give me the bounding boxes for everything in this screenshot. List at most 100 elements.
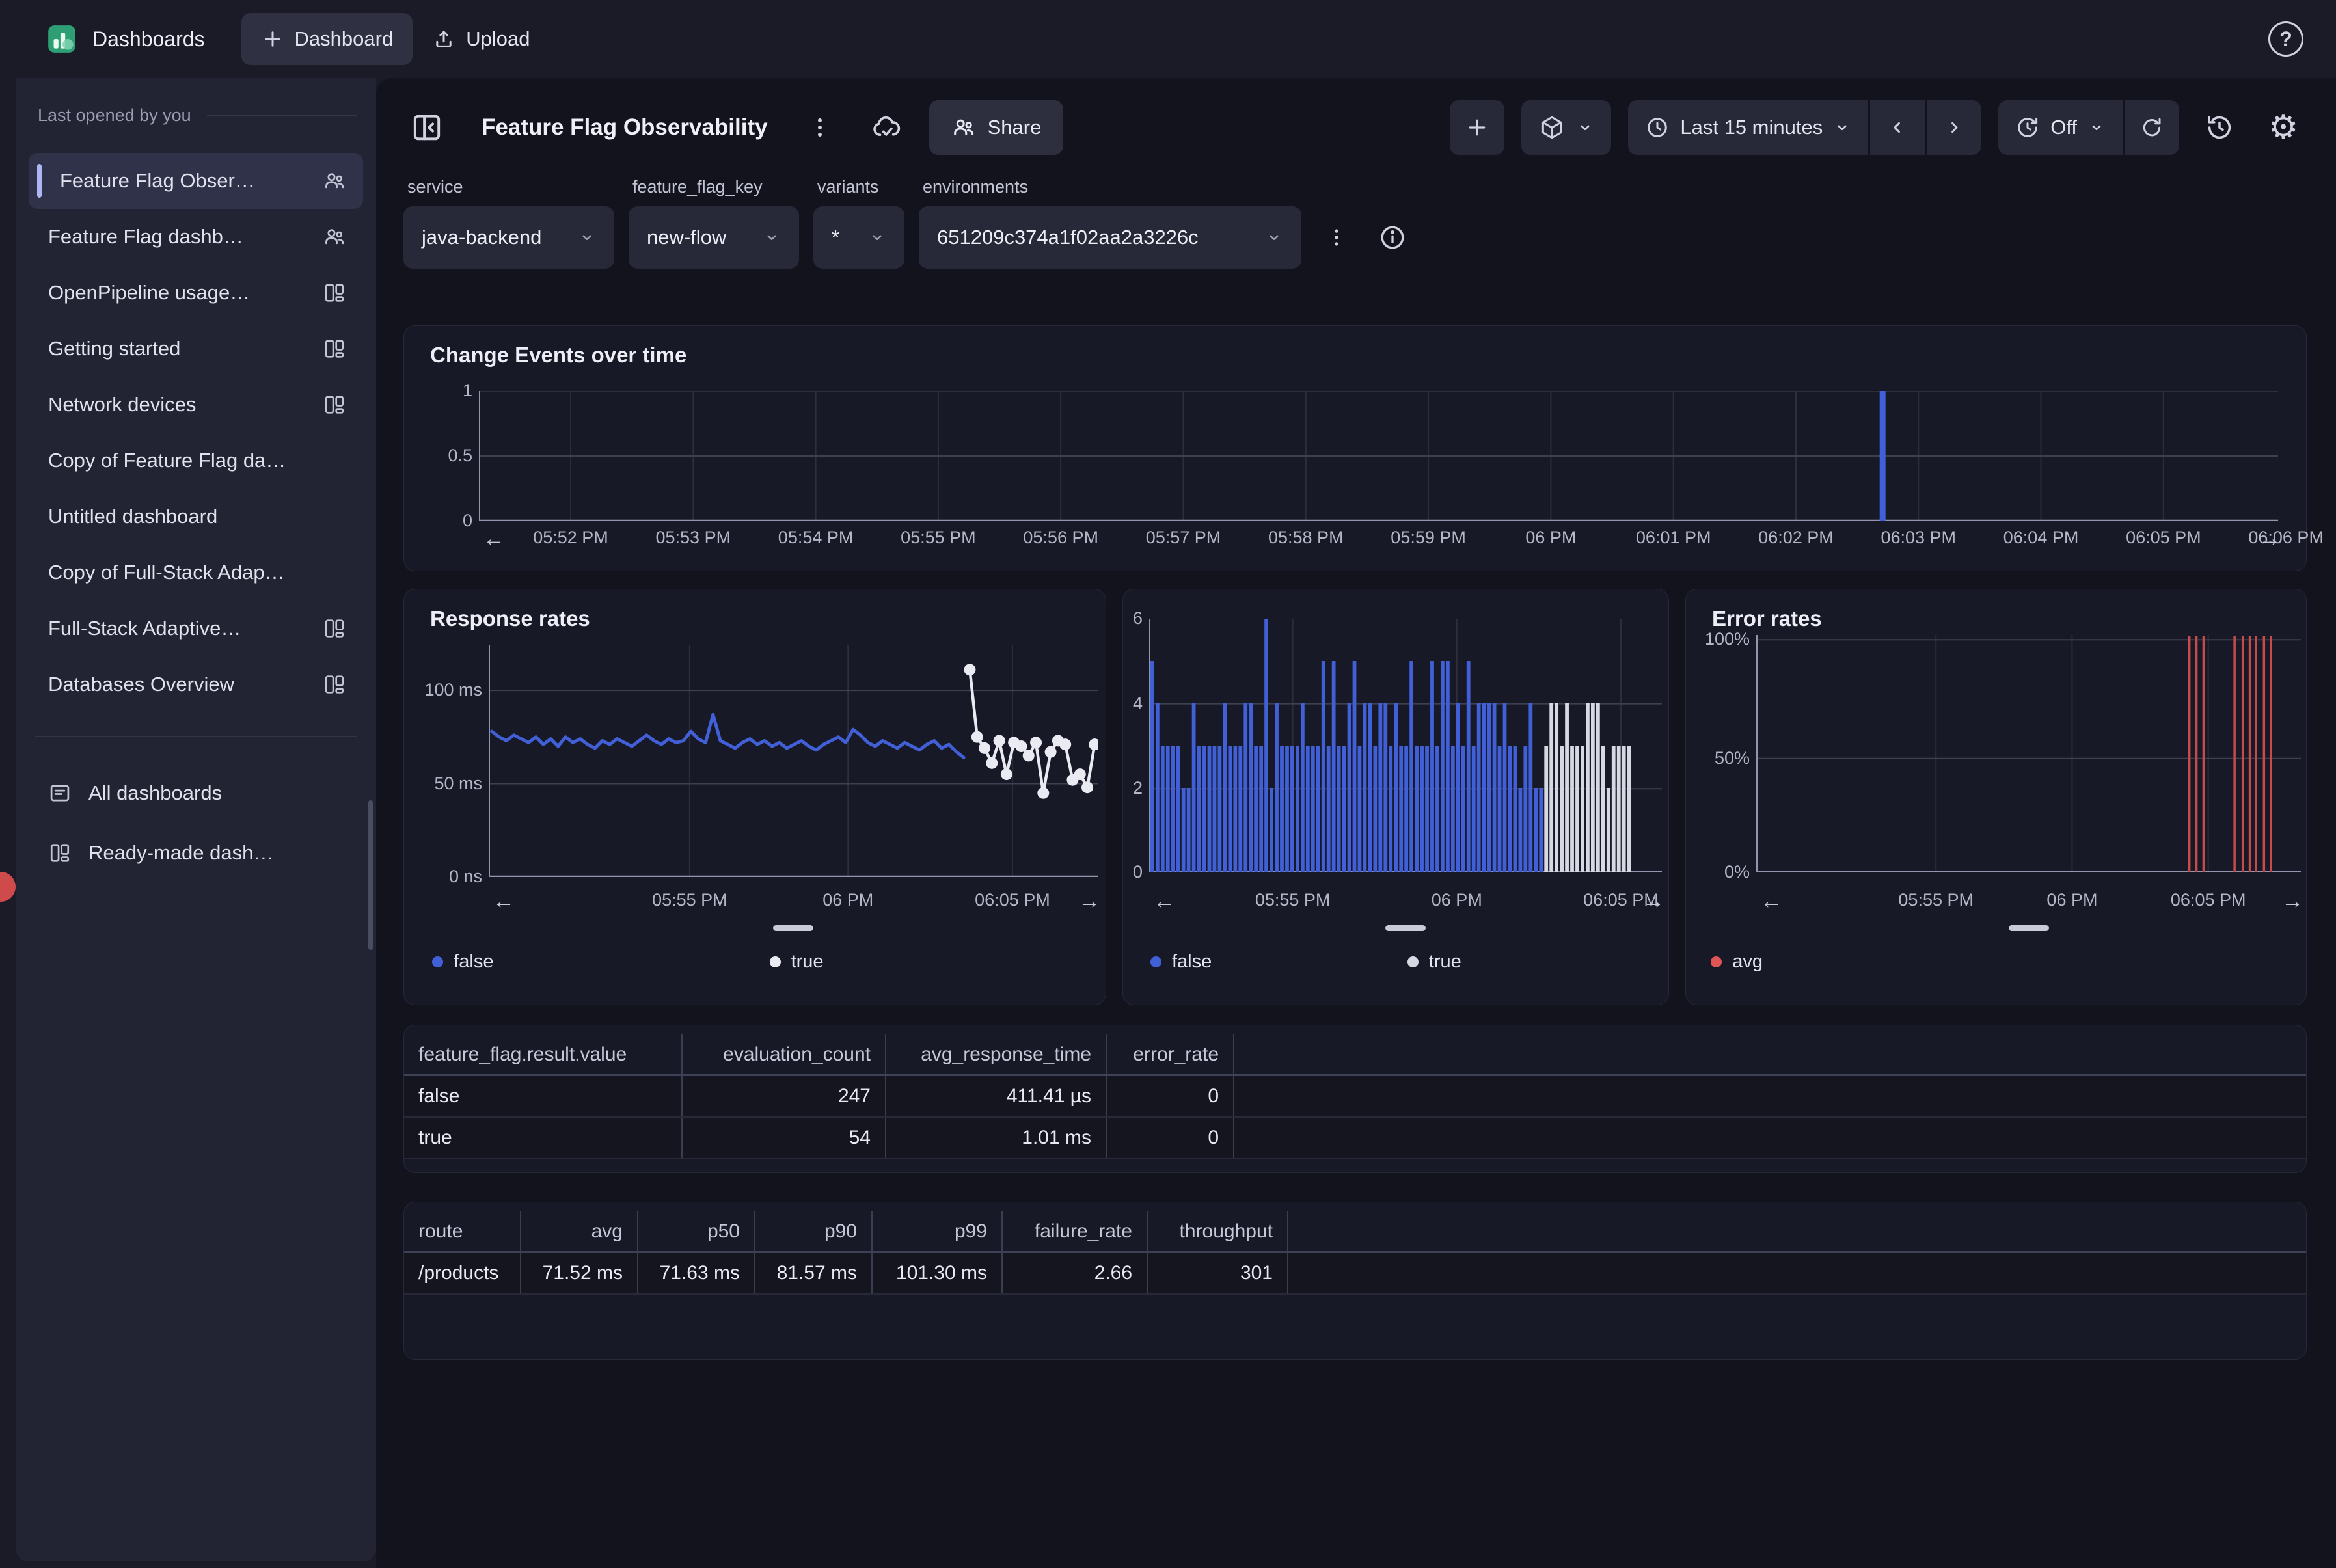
sidebar-item[interactable]: Getting started	[29, 321, 363, 377]
scroll-right-arrow[interactable]: →	[1078, 889, 1100, 914]
x-axis-label: 05:52 PM	[533, 528, 608, 548]
collapse-sidebar-button[interactable]	[403, 104, 450, 151]
zoom-scrollbar-handle[interactable]	[2009, 925, 2049, 931]
x-axis-label: 06:05 PM	[2171, 890, 2246, 910]
filter-value: java-backend	[422, 226, 541, 249]
filter-value: new-flow	[647, 226, 726, 249]
legend-item-false[interactable]: false	[1150, 951, 1212, 973]
legend-dot	[432, 956, 443, 967]
refresh-group: Off	[1998, 100, 2179, 155]
sync-status-button[interactable]	[863, 104, 910, 151]
filter-feature_flag_key-dropdown[interactable]: new-flow	[629, 206, 799, 269]
new-dashboard-label: Dashboard	[295, 27, 394, 51]
sidebar-item[interactable]: Network devices	[29, 377, 363, 433]
new-dashboard-button[interactable]: Dashboard	[241, 13, 413, 65]
history-button[interactable]	[2196, 104, 2243, 151]
sidebar-item-label: OpenPipeline usage…	[48, 281, 323, 304]
time-range-group: Last 15 minutes	[1628, 100, 1981, 155]
sidebar-item[interactable]: Copy of Full-Stack Adap…	[29, 545, 363, 601]
column-header[interactable]: p99	[873, 1211, 1003, 1251]
legend-dot	[1150, 956, 1161, 967]
legend-item-avg[interactable]: avg	[1711, 951, 1763, 973]
panel-flag-results-table: feature_flag.result.valueevaluation_coun…	[403, 1025, 2307, 1173]
table-cell: 301	[1148, 1253, 1288, 1293]
time-range-label: Last 15 minutes	[1680, 116, 1823, 139]
add-panel-button[interactable]	[1450, 100, 1504, 155]
chevron-down-icon	[868, 228, 886, 247]
sidebar-scrollbar[interactable]	[368, 800, 373, 950]
scroll-left-arrow[interactable]: ←	[483, 526, 505, 552]
dashboard-menu-button[interactable]	[796, 104, 843, 151]
brand[interactable]: Dashboards	[46, 23, 205, 55]
topbar: Dashboards Dashboard Upload ?	[0, 0, 2336, 78]
sidebar-item[interactable]: Feature Flag Obser…	[29, 153, 363, 209]
column-header[interactable]: avg	[521, 1211, 638, 1251]
scroll-right-arrow[interactable]: →	[2281, 889, 2303, 914]
refresh-button[interactable]	[2125, 100, 2179, 155]
x-axis-label: 06:03 PM	[1881, 528, 1956, 548]
sidebar-item[interactable]: Feature Flag dashb…	[29, 209, 363, 265]
sidebar-item-label: Copy of Feature Flag da…	[48, 449, 346, 472]
column-header[interactable]: error_rate	[1107, 1034, 1234, 1074]
settings-button[interactable]: ⚙	[2260, 104, 2307, 151]
sidebar-item[interactable]: Untitled dashboard	[29, 489, 363, 545]
time-forward-button[interactable]	[1927, 100, 1981, 155]
legend-dot	[1407, 956, 1419, 967]
help-button[interactable]: ?	[2268, 21, 2303, 57]
legend-item-true[interactable]: true	[1407, 951, 1461, 973]
table-cell: 101.30 ms	[873, 1253, 1003, 1293]
table-row[interactable]: true541.01 ms0	[404, 1118, 2306, 1159]
y-axis-label: 1	[426, 381, 472, 401]
y-axis-label: 0	[1123, 862, 1143, 882]
column-header[interactable]: avg_response_time	[886, 1034, 1107, 1074]
scroll-left-arrow[interactable]: ←	[1153, 889, 1175, 914]
column-header[interactable]: route	[404, 1211, 521, 1251]
sidebar-item-label: All dashboards	[88, 781, 346, 805]
row-filler	[1234, 1076, 2306, 1116]
column-header[interactable]: feature_flag.result.value	[404, 1034, 683, 1074]
zoom-scrollbar-handle[interactable]	[1385, 925, 1426, 931]
active-indicator	[37, 164, 42, 198]
auto-refresh-label: Off	[2050, 116, 2077, 139]
x-axis-label: 06:04 PM	[2003, 528, 2079, 548]
column-header[interactable]: failure_rate	[1003, 1211, 1148, 1251]
sidebar-footer: All dashboards Ready-made dash…	[29, 763, 363, 883]
chevron-down-icon	[763, 228, 781, 247]
filter-service-dropdown[interactable]: java-backend	[403, 206, 614, 269]
scroll-right-arrow[interactable]: →	[2259, 526, 2281, 552]
filter-value: *	[832, 226, 839, 249]
sidebar-item[interactable]: Full-Stack Adaptive…	[29, 601, 363, 656]
scroll-left-arrow[interactable]: ←	[493, 889, 515, 914]
table-cell: true	[404, 1118, 683, 1158]
sidebar-item[interactable]: Copy of Feature Flag da…	[29, 433, 363, 489]
share-button[interactable]: Share	[929, 100, 1064, 155]
column-header[interactable]: p90	[755, 1211, 873, 1251]
scope-selector[interactable]	[1521, 100, 1611, 155]
legend-label: false	[454, 951, 493, 973]
x-axis-label: 05:54 PM	[778, 528, 854, 548]
x-axis-label: 05:55 PM	[652, 890, 727, 910]
column-header[interactable]: evaluation_count	[683, 1034, 886, 1074]
sidebar-footer-item[interactable]: All dashboards	[29, 763, 363, 823]
time-range-selector[interactable]: Last 15 minutes	[1628, 100, 1868, 155]
upload-button[interactable]: Upload	[413, 13, 549, 65]
filter-variants-dropdown[interactable]: *	[813, 206, 904, 269]
column-header[interactable]: p50	[638, 1211, 755, 1251]
time-back-button[interactable]	[1870, 100, 1925, 155]
table-row[interactable]: /products71.52 ms71.63 ms81.57 ms101.30 …	[404, 1253, 2306, 1295]
scroll-left-arrow[interactable]: ←	[1760, 889, 1782, 914]
legend-item-true[interactable]: true	[770, 951, 824, 973]
table-row[interactable]: false247411.41 µs0	[404, 1076, 2306, 1118]
filter-environments-dropdown[interactable]: 651209c374a1f02aa2a3226c	[919, 206, 1301, 269]
sidebar-footer-item[interactable]: Ready-made dash…	[29, 823, 363, 883]
scroll-right-arrow[interactable]: →	[1642, 889, 1664, 914]
sidebar-item[interactable]: Databases Overview	[29, 656, 363, 712]
legend-item-false[interactable]: false	[432, 951, 493, 973]
y-axis-label: 0%	[1688, 862, 1750, 882]
zoom-scrollbar-handle[interactable]	[773, 925, 813, 931]
sidebar-item[interactable]: OpenPipeline usage…	[29, 265, 363, 321]
filter-info-button[interactable]	[1372, 206, 1413, 269]
filter-menu-button[interactable]	[1316, 206, 1357, 269]
auto-refresh-selector[interactable]: Off	[1998, 100, 2123, 155]
column-header[interactable]: throughput	[1148, 1211, 1288, 1251]
